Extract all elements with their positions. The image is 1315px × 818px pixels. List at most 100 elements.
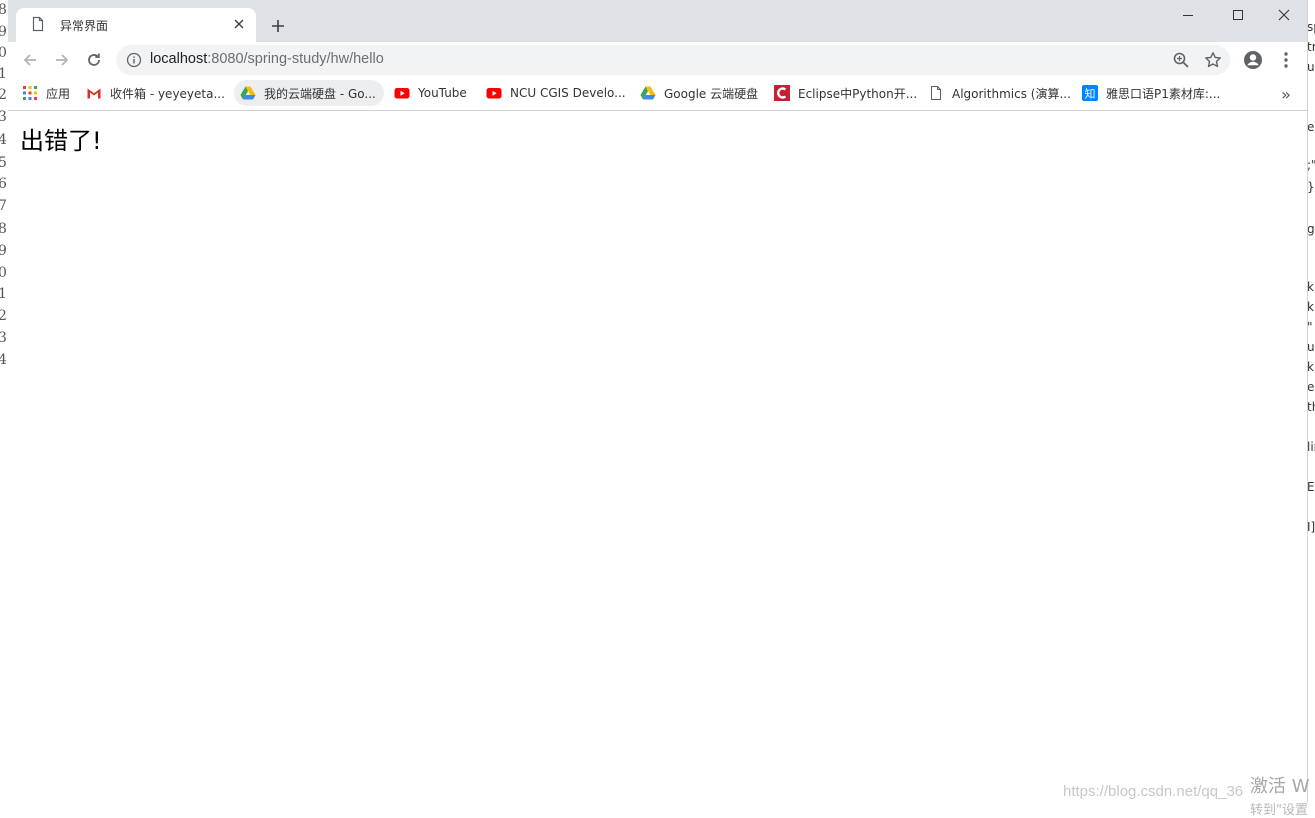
bookmark-label: Algorithmics (演算...: [952, 86, 1071, 101]
bookmark-drive-mine[interactable]: 我的云端硬盘 - Go...: [234, 80, 384, 106]
code-fragment: EX: [1307, 480, 1315, 494]
tab-active[interactable]: 异常界面: [16, 8, 256, 42]
bookmarks-bar: 应用 收件箱 - yeyeyeta... 我的云端硬盘 - Go... YouT…: [8, 78, 1307, 111]
apps-grid-icon: [22, 85, 38, 101]
code-fragment: ;": [1307, 158, 1315, 172]
reload-button[interactable]: [80, 47, 108, 73]
code-fragment: g: [1307, 222, 1315, 236]
reload-icon: [88, 53, 100, 66]
svg-text:知: 知: [1085, 87, 1096, 101]
maximize-button[interactable]: [1215, 0, 1261, 30]
code-fragment: I]: [1307, 520, 1315, 534]
url-path: :8080/spring-study/hw/hello: [207, 51, 384, 67]
forward-button[interactable]: [48, 47, 76, 73]
back-button[interactable]: [16, 47, 44, 73]
gmail-icon: [86, 85, 102, 101]
line-number: 4: [0, 132, 7, 148]
youtube-icon: [486, 85, 502, 101]
zoom-icon[interactable]: [1172, 51, 1190, 69]
line-number: 1: [0, 286, 7, 302]
bookmarks-overflow-chevron-icon[interactable]: »: [1276, 84, 1296, 104]
bookmark-label: Google 云端硬盘: [664, 86, 759, 101]
bookmark-label: NCU CGIS Develo...: [510, 86, 626, 100]
code-fragment: }": [1307, 180, 1315, 194]
bookmark-label: 雅思口语P1素材库:...: [1106, 86, 1221, 101]
watermark-text: https://blog.csdn.net/qq_36: [1063, 783, 1244, 800]
code-fragment: th: [1307, 400, 1315, 414]
line-number: 2: [0, 87, 7, 103]
more-vert-icon[interactable]: [1276, 50, 1296, 70]
code-fragment: u: [1307, 60, 1315, 74]
tab-title: 异常界面: [60, 19, 109, 33]
code-fragment: u: [1307, 340, 1315, 354]
bookmark-youtube[interactable]: YouTube: [394, 80, 467, 106]
info-icon[interactable]: [126, 52, 142, 68]
bookmark-star-icon[interactable]: [1204, 51, 1222, 69]
line-number: 9: [0, 243, 7, 259]
csdn-icon: [774, 85, 790, 101]
code-fragment: sp: [1307, 20, 1315, 34]
bookmark-label: Eclipse中Python开...: [798, 86, 918, 101]
bookmark-eclipse-python[interactable]: Eclipse中Python开...: [774, 80, 917, 106]
error-heading: 出错了!: [20, 127, 102, 155]
google-drive-icon: [640, 85, 656, 101]
arrow-right-icon: [56, 54, 69, 66]
bookmark-gmail[interactable]: 收件箱 - yeyeyeta...: [86, 80, 225, 106]
code-fragment: ki: [1307, 360, 1315, 374]
windows-activation-notice: 激活 W: [1250, 776, 1310, 797]
line-number: 4: [0, 352, 7, 368]
line-number: 3: [0, 330, 7, 346]
page-content: 出错了!: [8, 111, 1307, 803]
navigation-toolbar: localhost:8080/spring-study/hw/hello: [8, 42, 1307, 78]
zhihu-icon: 知: [1082, 85, 1098, 101]
address-bar[interactable]: localhost:8080/spring-study/hw/hello: [116, 45, 1230, 75]
page-icon: [928, 85, 944, 101]
code-fragment: e: [1307, 120, 1315, 134]
line-number: 6: [0, 176, 7, 192]
google-drive-icon: [240, 85, 256, 101]
bookmark-apps[interactable]: 应用: [22, 80, 70, 106]
line-number: 0: [0, 265, 7, 281]
url-text[interactable]: localhost:8080/spring-study/hw/hello: [150, 51, 384, 67]
youtube-icon: [394, 85, 410, 101]
close-icon: [1278, 9, 1290, 21]
bookmark-ncu-cgis[interactable]: NCU CGIS Develo...: [486, 80, 626, 106]
line-number: 7: [0, 198, 7, 214]
line-number: 1: [0, 66, 7, 82]
code-fragment: lin: [1307, 440, 1315, 454]
profile-avatar-icon[interactable]: [1243, 50, 1263, 70]
bookmark-ielts[interactable]: 知 雅思口语P1素材库:...: [1082, 80, 1220, 106]
bookmark-algorithmics[interactable]: Algorithmics (演算...: [928, 80, 1071, 106]
line-number: 3: [0, 109, 7, 125]
line-number: 9: [0, 24, 7, 40]
line-number: 8: [0, 2, 7, 18]
line-number: 5: [0, 155, 7, 171]
maximize-icon: [1233, 10, 1243, 20]
code-fragment: tr: [1307, 40, 1315, 54]
code-fragment: ": [1307, 320, 1313, 334]
bookmark-label: 应用: [46, 86, 71, 101]
line-number: 2: [0, 308, 7, 324]
page-icon: [32, 16, 44, 32]
bookmark-label: 我的云端硬盘 - Go...: [264, 86, 376, 101]
minimize-button[interactable]: [1165, 0, 1211, 30]
new-tab-button[interactable]: [266, 14, 290, 38]
background-editor-fragment: sp tr u e ;" }" g ki ki " u ki er th lin…: [1307, 0, 1315, 811]
line-number: 0: [0, 45, 7, 61]
background-taskbar-strip: [0, 803, 1315, 811]
plus-icon: [272, 20, 284, 32]
bookmark-label: YouTube: [418, 86, 467, 100]
close-tab-icon[interactable]: [230, 15, 248, 33]
bookmark-google-drive[interactable]: Google 云端硬盘: [640, 80, 758, 106]
tab-strip: 异常界面: [8, 0, 1307, 42]
code-fragment: ki: [1307, 280, 1315, 294]
code-fragment: er: [1307, 380, 1315, 394]
close-window-button[interactable]: [1261, 0, 1307, 30]
minimize-icon: [1183, 15, 1193, 16]
code-fragment: ki: [1307, 300, 1315, 314]
browser-window: 异常界面 localhost:8080/spring-study/hw/hell…: [8, 0, 1307, 804]
bookmark-label: 收件箱 - yeyeyeta...: [110, 86, 225, 101]
url-host: localhost: [150, 51, 208, 67]
arrow-left-icon: [23, 54, 36, 66]
line-number: 8: [0, 221, 7, 237]
